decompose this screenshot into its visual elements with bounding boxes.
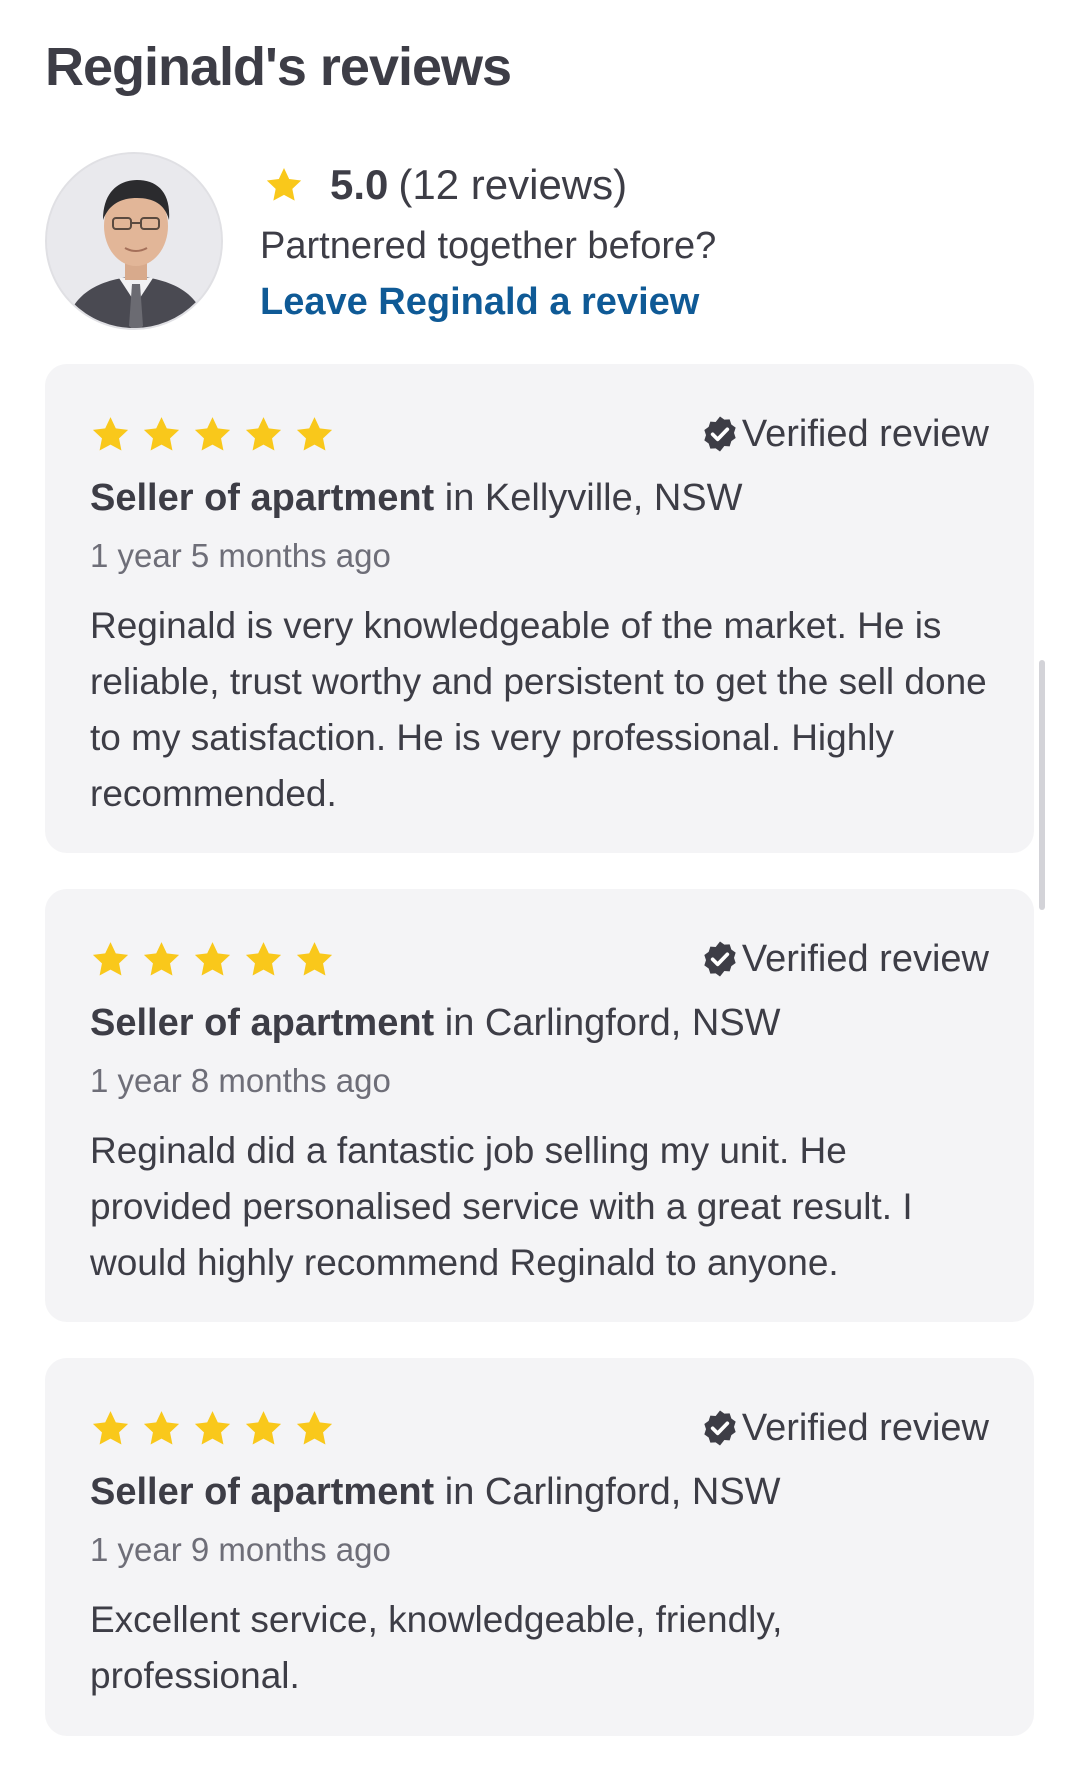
star-icon <box>294 939 335 980</box>
verified-badge: Verified review <box>700 413 989 456</box>
star-icon <box>243 1408 284 1449</box>
verified-badge: Verified review <box>700 1407 989 1450</box>
partnered-prompt: Partnered together before? <box>260 225 717 267</box>
star-icon <box>192 414 233 455</box>
reviewer-info: Seller of apartment in Carlingford, NSW <box>90 993 989 1053</box>
star-icon <box>90 1408 131 1449</box>
review-text: Excellent service, knowledgeable, friend… <box>90 1599 783 1696</box>
reviewer-role: Seller of apartment <box>90 477 435 519</box>
star-icon <box>243 939 284 980</box>
reviewer-info: Seller of apartment in Carlingford, NSW <box>90 1462 989 1522</box>
star-icon <box>294 1408 335 1449</box>
leave-review-link[interactable]: Leave Reginald a review <box>260 274 699 330</box>
review-date: 1 year 8 months ago <box>90 1062 391 1099</box>
star-icon <box>141 1408 182 1449</box>
review-card: Verified review Seller of apartment in C… <box>45 889 1034 1322</box>
star-icon <box>264 165 304 205</box>
star-icon <box>294 414 335 455</box>
verified-badge: Verified review <box>700 938 989 981</box>
star-icon <box>141 414 182 455</box>
review-text: Reginald did a fantastic job selling my … <box>90 1130 913 1283</box>
overall-rating: 5.0 (12 reviews) <box>260 152 716 218</box>
verified-check-icon <box>700 414 740 454</box>
reviewer-info: Seller of apartment in Kellyville, NSW <box>90 468 989 528</box>
review-count: (12 reviews) <box>398 161 628 208</box>
star-icon <box>90 414 131 455</box>
agent-rating-summary: 5.0 (12 reviews) Partnered together befo… <box>45 152 1035 332</box>
verified-label: Verified review <box>741 1406 989 1449</box>
rating-value: 5.0 <box>330 161 389 208</box>
star-icon <box>141 939 182 980</box>
review-date: 1 year 5 months ago <box>90 537 391 574</box>
review-date: 1 year 9 months ago <box>90 1531 391 1568</box>
star-rating <box>90 414 335 455</box>
verified-check-icon <box>700 939 740 979</box>
reviewer-role: Seller of apartment <box>90 1002 435 1044</box>
verified-check-icon <box>700 1408 740 1448</box>
reviewer-role: Seller of apartment <box>90 1471 435 1513</box>
review-location: in Kellyville, NSW <box>444 477 743 519</box>
star-icon <box>243 414 284 455</box>
review-card: Verified review Seller of apartment in C… <box>45 1358 1034 1736</box>
scrollbar[interactable] <box>1039 660 1045 910</box>
review-text: Reginald is very knowledgeable of the ma… <box>90 605 987 814</box>
star-icon <box>90 939 131 980</box>
star-icon <box>192 939 233 980</box>
page-title: Reginald's reviews <box>45 37 512 97</box>
star-icon <box>192 1408 233 1449</box>
avatar-photo <box>47 154 221 328</box>
review-location: in Carlingford, NSW <box>444 1002 781 1044</box>
avatar <box>45 152 223 330</box>
verified-label: Verified review <box>741 412 989 455</box>
verified-label: Verified review <box>741 937 989 980</box>
star-rating <box>90 1408 335 1449</box>
review-location: in Carlingford, NSW <box>444 1471 781 1513</box>
star-rating <box>90 939 335 980</box>
review-card: Verified review Seller of apartment in K… <box>45 364 1034 853</box>
